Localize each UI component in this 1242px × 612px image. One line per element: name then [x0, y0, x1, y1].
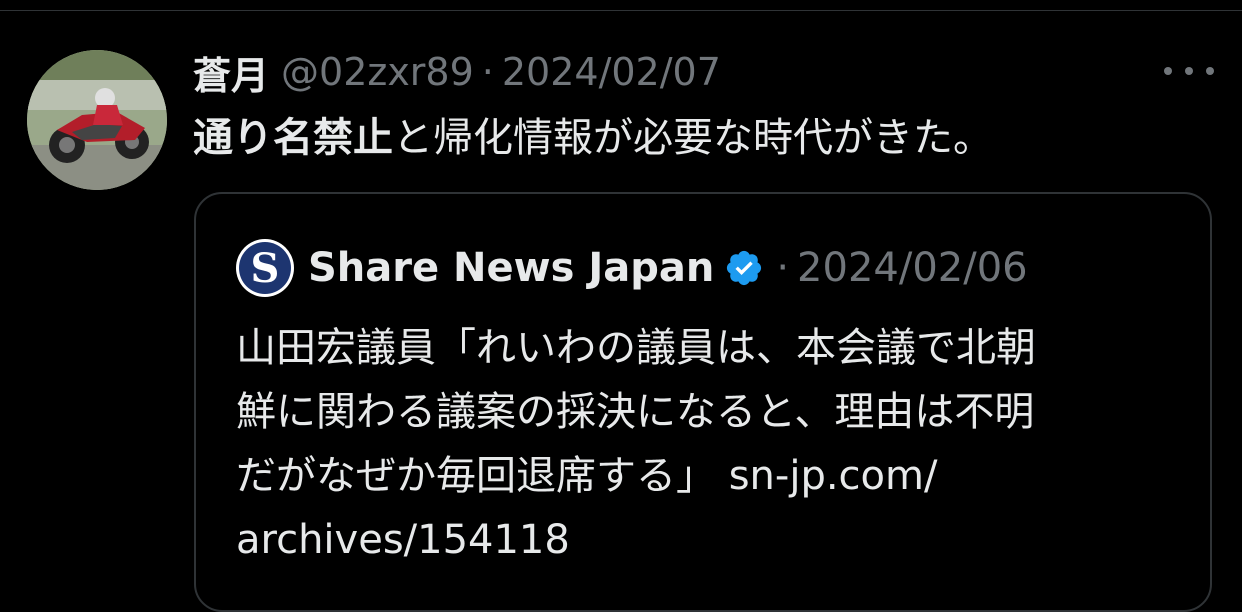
tweet-header: 蒼月 @02zxr89 · 2024/02/07	[193, 44, 721, 100]
separator-dot: ·	[481, 50, 494, 94]
quote-body-line: だがなぜか毎回退席する」 sn-jp.com/	[236, 453, 938, 499]
handle[interactable]: @02zxr89	[281, 50, 474, 94]
quote-body-line: 鮮に関わる議案の採決になると、理由は不明	[236, 389, 1035, 435]
source-logo-letter: S	[239, 242, 291, 294]
quote-separator-dot: ·	[776, 245, 790, 291]
quote-body-line: archives/154118	[236, 517, 570, 563]
avatar[interactable]	[27, 50, 167, 190]
source-logo[interactable]: S	[236, 239, 294, 297]
quote-header: S Share News Japan · 2024/02/06	[236, 238, 1028, 298]
quote-date[interactable]: 2024/02/06	[797, 245, 1028, 291]
more-dots-icon[interactable]	[1164, 56, 1214, 86]
motorcycle-rider-photo	[27, 50, 167, 190]
quote-tweet-card[interactable]: S Share News Japan · 2024/02/06 山田宏議員「れい…	[194, 192, 1212, 612]
top-divider	[0, 10, 1242, 11]
tweet-date[interactable]: 2024/02/07	[502, 50, 721, 94]
dot	[1185, 67, 1193, 75]
verified-badge-icon	[727, 250, 762, 286]
tweet-text-bold: 通り名禁止	[193, 115, 393, 161]
dot	[1164, 67, 1172, 75]
quote-body-line: 山田宏議員「れいわの議員は、本会議で北朝	[236, 325, 1036, 371]
quote-body: 山田宏議員「れいわの議員は、本会議で北朝 鮮に関わる議案の採決になると、理由は不…	[236, 316, 1156, 572]
display-name[interactable]: 蒼月	[193, 45, 269, 100]
dot	[1206, 67, 1214, 75]
source-name[interactable]: Share News Japan	[308, 245, 714, 291]
tweet-text: 通り名禁止と帰化情報が必要な時代がきた。	[193, 110, 993, 166]
tweet-text-rest: と帰化情報が必要な時代がきた。	[393, 115, 993, 161]
